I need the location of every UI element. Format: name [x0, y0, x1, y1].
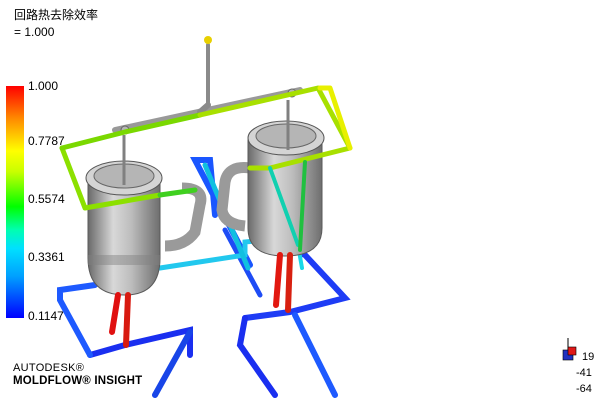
axis-triad-icon	[562, 338, 577, 361]
mold-tool-left	[85, 135, 207, 296]
brand-autodesk: AUTODESK®	[13, 362, 85, 374]
axis-z-label: -64	[576, 383, 592, 395]
branding: AUTODESK® MOLDFLOW® INSIGHT	[13, 362, 142, 388]
axis-y-label: -41	[576, 367, 592, 379]
model-viewport[interactable]	[0, 0, 600, 400]
manifold-top	[112, 36, 303, 135]
axis-triad: 19 -41 -64	[556, 336, 600, 400]
axis-x-label: 19	[582, 351, 595, 363]
brand-product: MOLDFLOW® INSIGHT	[13, 375, 143, 387]
